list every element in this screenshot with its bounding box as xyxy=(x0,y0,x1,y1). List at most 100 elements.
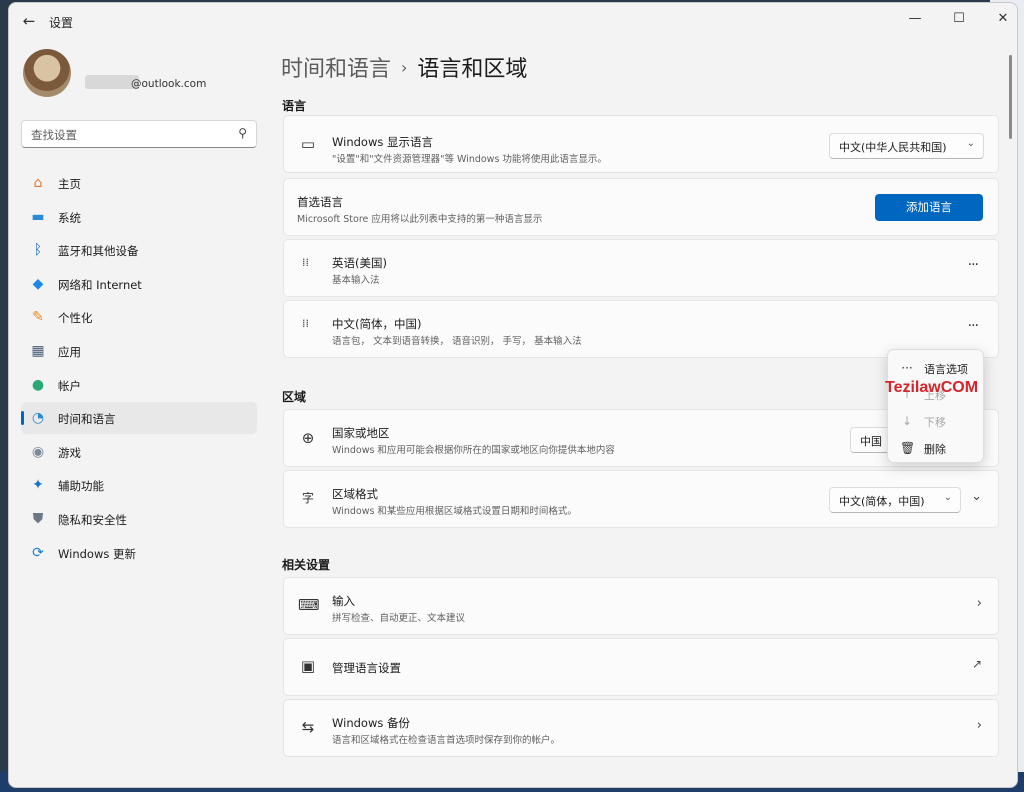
update-icon: ⟳ xyxy=(32,544,44,561)
context-menu-item[interactable]: ··· 语言选项 xyxy=(888,355,983,381)
windows-backup-card[interactable]: ⇆ Windows 备份 语言和区域格式在检查语言首选项时保存到你的帐户。 › xyxy=(283,699,999,757)
input-settings-subtitle: 拼写检查、自动更正、文本建议 xyxy=(332,613,466,624)
country-region-title: 国家或地区 xyxy=(332,426,390,440)
sidebar-item[interactable]: ◔ 时间和语言 xyxy=(21,402,257,435)
avatar[interactable] xyxy=(23,49,71,97)
maximize-button[interactable]: ☐ xyxy=(937,5,981,33)
watermark: TezilawCOM xyxy=(885,379,979,396)
external-link-icon: ↗ xyxy=(971,657,982,671)
sidebar-item-label: 网络和 Internet xyxy=(58,277,142,292)
country-region-subtitle: Windows 和应用可能会根据你所在的国家或地区向你提供本地内容 xyxy=(332,445,615,456)
sidebar-item[interactable]: ⟳ Windows 更新 xyxy=(21,537,257,569)
sidebar-item[interactable]: ● 帐户 xyxy=(21,369,257,401)
language-item-title: 中文(简体，中国) xyxy=(332,317,422,331)
language-item-subtitle: 基本输入法 xyxy=(332,275,380,286)
admin-language-card[interactable]: ▣ 管理语言设置 ↗ xyxy=(283,638,999,696)
windows-backup-title: Windows 备份 xyxy=(332,716,410,730)
chevron-right-icon: › xyxy=(976,596,982,611)
search-input[interactable]: 查找设置 ⚲ xyxy=(21,120,257,148)
sidebar-item[interactable]: ᛒ 蓝牙和其他设备 xyxy=(21,234,257,266)
preferred-languages-card: 首选语言 Microsoft Store 应用将以此列表中支持的第一种语言显示 … xyxy=(283,178,999,236)
sidebar-item-label: 蓝牙和其他设备 xyxy=(58,244,139,259)
language-context-menu: ··· 语言选项 ↑ 上移 ↓ 下移 🗑 删除 xyxy=(887,349,984,463)
drag-handle-icon[interactable]: ⁞⁞ xyxy=(302,318,312,329)
sidebar-item-label: 时间和语言 xyxy=(58,412,116,427)
backup-icon: ⇆ xyxy=(301,718,315,736)
arrow-left-icon: ← xyxy=(22,12,36,30)
minimize-button[interactable]: — xyxy=(893,5,937,33)
display-language-dropdown[interactable]: 中文(中华人民共和国) ⌄ xyxy=(829,133,984,159)
more-options-icon[interactable]: ··· xyxy=(968,257,979,273)
windows-backup-subtitle: 语言和区域格式在检查语言首选项时保存到你的帐户。 xyxy=(332,735,561,746)
context-menu-item[interactable]: ↓ 下移 xyxy=(888,408,983,434)
sidebar-item[interactable]: ◉ 游戏 xyxy=(21,436,257,468)
admin-language-icon: ▣ xyxy=(300,657,316,675)
sidebar-item-label: 系统 xyxy=(58,210,81,225)
display-language-subtitle: "设置"和"文件资源管理器"等 Windows 功能将使用此语言显示。 xyxy=(332,154,607,165)
gaming-icon: ◉ xyxy=(31,443,45,460)
breadcrumb: 时间和语言 › 语言和区域 xyxy=(281,51,527,83)
context-menu-label: 下移 xyxy=(924,416,946,429)
context-menu-label: 语言选项 xyxy=(924,363,968,376)
language-item-subtitle: 语言包， 文本到语音转换， 语音识别， 手写， 基本输入法 xyxy=(332,336,582,347)
section-region-title: 区域 xyxy=(282,390,307,404)
add-language-button[interactable]: 添加语言 xyxy=(875,194,983,221)
sidebar-nav: ⌂ 主页 ▬ 系统 ᛒ 蓝牙和其他设备 ◆ 网络和 Internet ✎ 个性化 ▦ 应用 ● 帐户 ◔ 时间… xyxy=(21,167,257,570)
more-options-icon[interactable]: ··· xyxy=(968,318,979,334)
monitor-icon: ▭ xyxy=(300,135,316,153)
sidebar-item-label: 辅助功能 xyxy=(58,479,104,494)
sidebar-item-label: 游戏 xyxy=(58,445,81,460)
input-settings-card[interactable]: ⌨ 输入 拼写检查、自动更正、文本建议 › xyxy=(283,577,999,635)
accessibility-icon: ✦ xyxy=(32,477,44,494)
sidebar-item[interactable]: ▬ 系统 xyxy=(21,201,257,233)
sidebar-item[interactable]: ⛊ 隐私和安全性 xyxy=(21,503,257,535)
sidebar-item[interactable]: ▦ 应用 xyxy=(21,335,257,367)
breadcrumb-parent[interactable]: 时间和语言 xyxy=(281,57,391,82)
apps-icon: ▦ xyxy=(31,342,45,359)
expand-chevron-icon[interactable]: ⌄ xyxy=(971,489,982,504)
country-region-value: 中国 xyxy=(860,435,882,448)
brush-icon: ✎ xyxy=(32,309,44,326)
sidebar-item-label: 隐私和安全性 xyxy=(58,512,127,527)
app-title: 设置 xyxy=(49,16,74,30)
more-icon: ··· xyxy=(901,361,913,375)
regional-format-value: 中文(简体，中国) xyxy=(839,495,925,508)
display-language-title: Windows 显示语言 xyxy=(332,135,433,149)
input-settings-title: 输入 xyxy=(332,594,355,608)
globe-icon: ⊕ xyxy=(301,429,315,447)
language-item-en[interactable]: ⁞⁞ 英语(美国) 基本输入法 ··· xyxy=(283,239,999,297)
language-item-title: 英语(美国) xyxy=(332,256,387,270)
search-icon: ⚲ xyxy=(238,126,247,140)
shield-icon: ⛊ xyxy=(32,510,44,527)
scrollbar[interactable] xyxy=(1009,55,1012,139)
sidebar-item[interactable]: ✎ 个性化 xyxy=(21,301,257,333)
chevron-down-icon: ⌄ xyxy=(943,492,952,503)
regional-format-dropdown[interactable]: 中文(简体，中国) ⌄ xyxy=(829,487,961,513)
preferred-languages-subtitle: Microsoft Store 应用将以此列表中支持的第一种语言显示 xyxy=(297,214,543,225)
sidebar-item-label: 个性化 xyxy=(58,311,93,326)
preferred-languages-title: 首选语言 xyxy=(297,195,343,209)
home-icon: ⌂ xyxy=(33,175,43,191)
close-button[interactable]: ✕ xyxy=(981,5,1017,33)
sidebar-item[interactable]: ⌂ 主页 xyxy=(21,167,257,199)
account-email: @outlook.com xyxy=(131,78,207,90)
admin-language-title: 管理语言设置 xyxy=(332,661,401,675)
page-title: 语言和区域 xyxy=(417,57,528,82)
section-related-title: 相关设置 xyxy=(282,558,331,572)
keyboard-icon: ⌨ xyxy=(298,596,320,614)
back-button[interactable]: ← xyxy=(19,11,39,31)
drag-handle-icon[interactable]: ⁞⁞ xyxy=(302,257,312,268)
section-language-title: 语言 xyxy=(282,99,307,113)
context-menu-item[interactable]: 🗑 删除 xyxy=(888,435,983,461)
regional-format-card[interactable]: 字 区域格式 Windows 和某些应用根据区域格式设置日期和时间格式。 中文(… xyxy=(283,470,999,528)
arrow-down-icon: ↓ xyxy=(901,414,913,428)
sidebar-item[interactable]: ◆ 网络和 Internet xyxy=(21,268,257,300)
chevron-right-icon: › xyxy=(976,718,982,733)
sidebar-item-label: 帐户 xyxy=(58,378,81,393)
regional-format-subtitle: Windows 和某些应用根据区域格式设置日期和时间格式。 xyxy=(332,506,577,517)
regional-format-icon: 字 xyxy=(301,491,314,505)
sidebar-item-label: Windows 更新 xyxy=(58,546,136,561)
settings-window: ← 设置 — ☐ ✕ @outlook.com 查找设置 ⚲ ⌂ 主页 ▬ 系统 ᛒ 蓝牙… xyxy=(8,2,1018,788)
sidebar-item[interactable]: ✦ 辅助功能 xyxy=(21,469,257,501)
sidebar-item-label: 应用 xyxy=(58,344,81,359)
